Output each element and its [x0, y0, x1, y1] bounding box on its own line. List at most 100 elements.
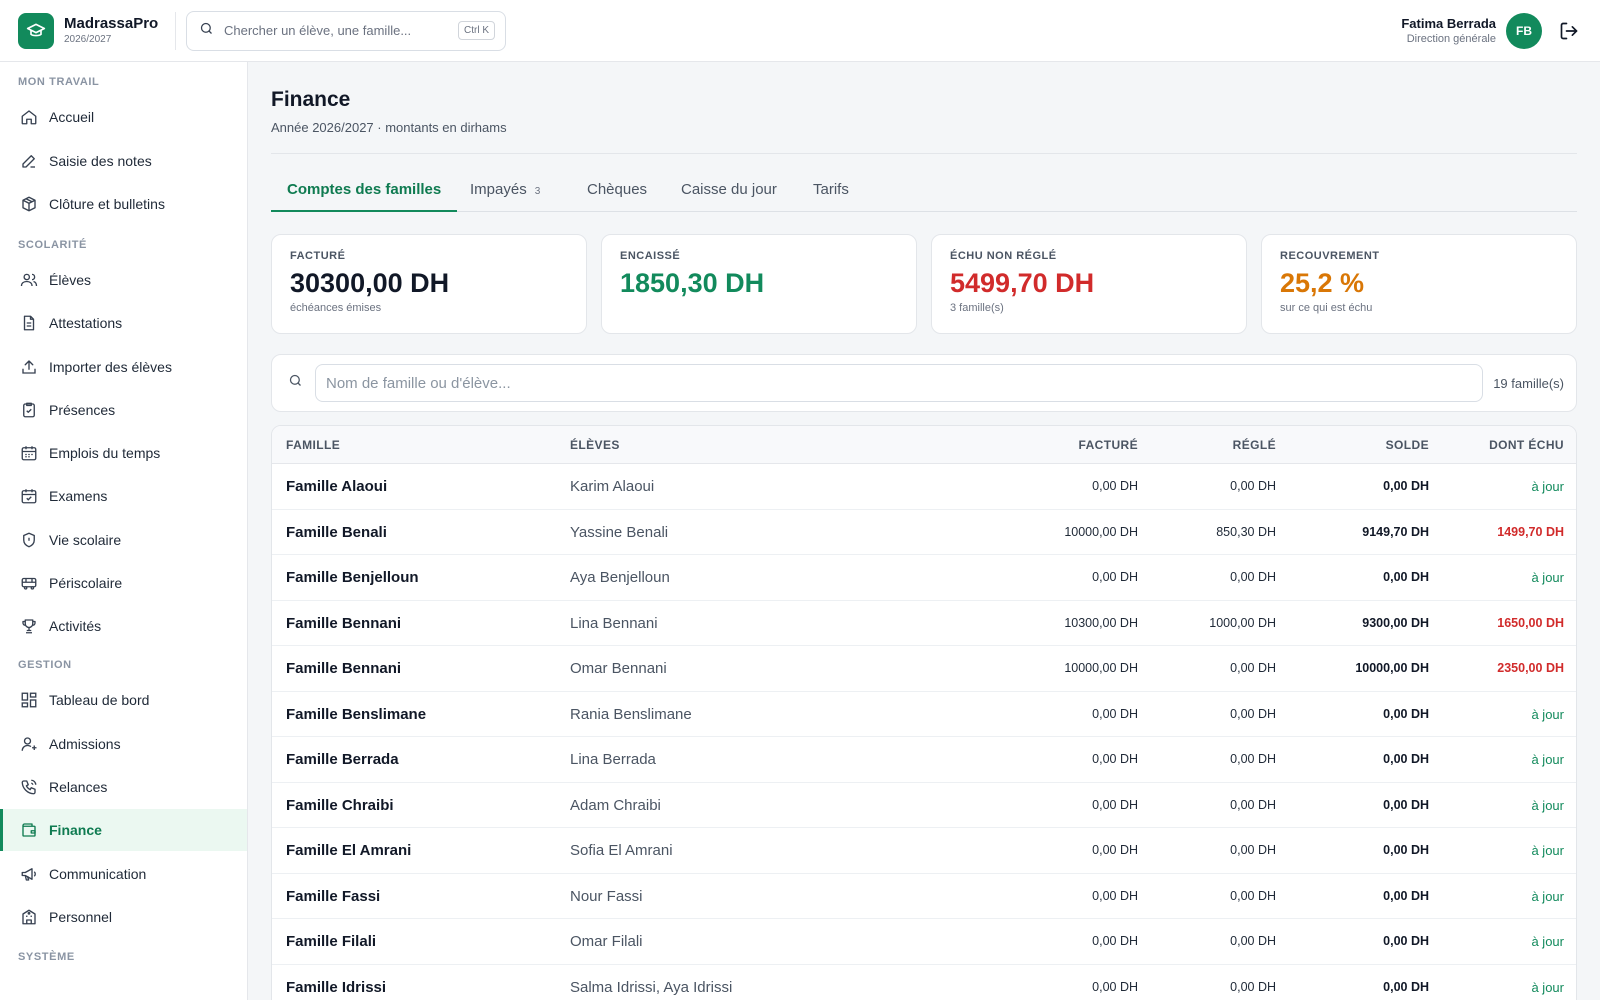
- sidebar-item-personnel[interactable]: Personnel: [0, 896, 247, 938]
- sidebar-item-emplois-du-temps[interactable]: Emplois du temps: [0, 432, 247, 474]
- table-row[interactable]: Famille Bennani Omar Bennani 10000,00 DH 0,…: [272, 646, 1576, 692]
- main-content: Finance Année 2026/2027 · montants en di…: [248, 62, 1600, 1000]
- top-bar: MadrassaPro 2026/2027 Chercher un élève,…: [0, 0, 1600, 62]
- facture-cell: 10000,00 DH: [1064, 524, 1138, 539]
- page-title: Finance: [271, 88, 351, 111]
- column-header-facture[interactable]: FACTURÉ: [978, 426, 1138, 464]
- table-row[interactable]: Famille Benjelloun Aya Benjelloun 0,00 DH 0…: [272, 555, 1576, 601]
- sidebar-item-eleves[interactable]: Élèves: [0, 259, 247, 301]
- kpi-desc: échéances émises: [290, 302, 382, 314]
- table-row[interactable]: Famille Benslimane Rania Benslimane 0,00 D…: [272, 692, 1576, 737]
- regle-cell: 0,00 DH: [1230, 752, 1276, 766]
- sidebar-section-title: SYSTÈME: [18, 951, 75, 963]
- facture-cell: 10300,00 DH: [1064, 615, 1138, 630]
- sidebar-item-finance[interactable]: Finance: [0, 809, 247, 851]
- echu-cell: à jour: [1531, 706, 1564, 722]
- column-header-dont-echu[interactable]: DONT ÉCHU: [1404, 426, 1564, 464]
- home-icon: [20, 108, 38, 126]
- global-search-input[interactable]: Chercher un élève, une famille... Ctrl K: [186, 10, 506, 51]
- sidebar-item-examens[interactable]: Examens: [0, 475, 247, 517]
- avatar[interactable]: FB: [1506, 13, 1542, 49]
- app-name: MadrassaPro: [64, 15, 159, 32]
- famille-cell: Famille Filali: [286, 933, 377, 950]
- sidebar-item-admissions[interactable]: Admissions: [0, 723, 247, 765]
- trophy-icon: [20, 617, 38, 635]
- sidebar-item-relances[interactable]: Relances: [0, 766, 247, 808]
- table-row[interactable]: Famille Bennani Lina Bennani 10300,00 DH 10…: [272, 601, 1576, 646]
- sidebar-item-label: Activités: [49, 618, 102, 634]
- eleves-cell: Salma Idrissi, Aya Idrissi: [570, 978, 733, 996]
- kpi-value: 25,2 %: [1280, 268, 1365, 298]
- kpi-card-facture: FACTURÉ 30300,00 DH échéances émises: [271, 234, 587, 334]
- sidebar-item-vie-scolaire[interactable]: Vie scolaire: [0, 519, 247, 561]
- sidebar-item-tableau-de-bord[interactable]: Tableau de bord: [0, 679, 247, 721]
- table-row[interactable]: Famille Alaoui Karim Alaoui 0,00 DH 0,00 DH…: [272, 464, 1576, 510]
- megaphone-icon: [20, 865, 38, 883]
- sidebar-item-communication[interactable]: Communication: [0, 853, 247, 895]
- kpi-value: 5499,70 DH: [950, 268, 1095, 298]
- phone-icon: [20, 778, 38, 796]
- facture-cell: 0,00 DH: [1092, 843, 1138, 857]
- sidebar-item-periscolaire[interactable]: Périscolaire: [0, 562, 247, 604]
- sidebar-item-presences[interactable]: Présences: [0, 389, 247, 431]
- column-header-eleves[interactable]: ÉLÈVES: [570, 426, 620, 464]
- table-row[interactable]: Famille Berrada Lina Berrada 0,00 DH 0,00 D…: [272, 737, 1576, 783]
- table-row[interactable]: Famille Idrissi Salma Idrissi, Aya Idriss…: [272, 965, 1576, 1000]
- eleves-cell: Adam Chraibi: [570, 796, 661, 814]
- bus-icon: [20, 574, 38, 592]
- eleves-cell: Karim Alaoui: [570, 478, 655, 495]
- facture-cell: 0,00 DH: [1092, 888, 1138, 903]
- sidebar-item-cloture-bulletins[interactable]: Clôture et bulletins: [0, 183, 247, 225]
- dashboard-icon: [20, 691, 38, 709]
- sidebar-item-attestations[interactable]: Attestations: [0, 302, 247, 344]
- sidebar-item-label: Emplois du temps: [49, 445, 161, 461]
- logout-icon[interactable]: [1558, 20, 1580, 42]
- column-header-famille[interactable]: FAMILLE: [286, 426, 340, 464]
- search-icon: [199, 21, 214, 41]
- sidebar-item-activites[interactable]: Activités: [0, 605, 247, 647]
- facture-cell: 0,00 DH: [1092, 797, 1138, 812]
- facture-cell: 0,00 DH: [1092, 934, 1138, 948]
- echu-cell: à jour: [1531, 843, 1564, 858]
- regle-cell: 0,00 DH: [1230, 797, 1276, 812]
- tab-comptes-familles[interactable]: Comptes des familles: [271, 167, 458, 212]
- regle-cell: 0,00 DH: [1230, 570, 1276, 584]
- graduation-cap-icon: [18, 12, 54, 49]
- tab-tarifs[interactable]: Tarifs: [797, 167, 865, 212]
- divider: [271, 153, 1577, 154]
- kpi-desc: 3 famille(s): [950, 302, 1004, 314]
- sidebar-item-saisie-notes[interactable]: Saisie des notes: [0, 140, 247, 182]
- sidebar-item-label: Importer des élèves: [49, 359, 172, 375]
- famille-cell: Famille Berrada: [286, 751, 399, 768]
- document-icon: [20, 314, 38, 332]
- family-search-input[interactable]: Nom de famille ou d'élève...: [315, 364, 1484, 402]
- user-role: Direction générale: [1406, 33, 1496, 45]
- sidebar-section-title: SCOLARITÉ: [18, 239, 87, 251]
- echu-cell: 1650,00 DH: [1497, 615, 1564, 630]
- column-header-regle[interactable]: RÉGLÉ: [1116, 426, 1276, 464]
- eleves-cell: Rania Benslimane: [570, 705, 692, 723]
- tab-cheques[interactable]: Chèques: [571, 167, 663, 212]
- sidebar-item-importer-eleves[interactable]: Importer des élèves: [0, 346, 247, 388]
- brand[interactable]: MadrassaPro 2026/2027: [0, 11, 176, 50]
- pencil-icon: [20, 152, 38, 170]
- app-year: 2026/2027: [64, 34, 112, 45]
- tab-impayes[interactable]: Impayés 3: [454, 167, 556, 212]
- regle-cell: 850,30 DH: [1216, 524, 1276, 539]
- kpi-label: ÉCHU NON RÉGLÉ: [950, 250, 1057, 262]
- regle-cell: 0,00 DH: [1230, 934, 1276, 948]
- table-row[interactable]: Famille Filali Omar Filali 0,00 DH 0,00 DH 0…: [272, 919, 1576, 965]
- sidebar-item-label: Admissions: [49, 736, 121, 752]
- table-row[interactable]: Famille Chraibi Adam Chraibi 0,00 DH 0,00 D…: [272, 783, 1576, 828]
- kpi-card-encaisse: ENCAISSÉ 1850,30 DH: [601, 234, 917, 334]
- famille-cell: Famille Idrissi: [286, 978, 387, 996]
- family-search-placeholder: Nom de famille ou d'élève...: [326, 374, 511, 392]
- tab-caisse-du-jour[interactable]: Caisse du jour: [665, 167, 793, 212]
- eleves-cell: Yassine Benali: [570, 523, 669, 541]
- table-row[interactable]: Famille El Amrani Sofia El Amrani 0,00 DH 0…: [272, 828, 1576, 874]
- table-row[interactable]: Famille Fassi Nour Fassi 0,00 DH 0,00 DH 0,0…: [272, 874, 1576, 919]
- table-row[interactable]: Famille Benali Yassine Benali 10000,00 DH 8…: [272, 510, 1576, 555]
- sidebar-item-accueil[interactable]: Accueil: [0, 96, 247, 138]
- sidebar-item-label: Personnel: [49, 909, 113, 925]
- sidebar-item-label: Communication: [49, 866, 147, 882]
